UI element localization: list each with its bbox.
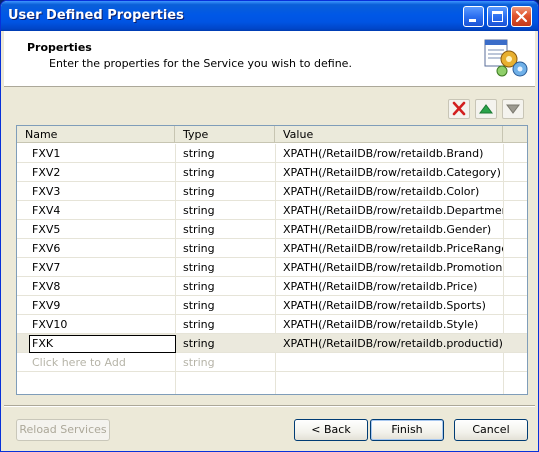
header-description: Enter the properties for the Service you… (49, 57, 352, 70)
arrow-up-icon (479, 104, 493, 114)
name-cell[interactable]: FXV1 (32, 144, 174, 163)
value-cell[interactable]: XPATH(/RetailDB/row/retaildb.Style) (283, 315, 503, 334)
delete-x-icon (452, 101, 466, 116)
close-button[interactable] (511, 6, 532, 27)
name-cell[interactable]: FXV7 (32, 258, 174, 277)
name-cell[interactable]: FXV6 (32, 239, 174, 258)
value-cell[interactable]: XPATH(/RetailDB/row/retaildb.Price) (283, 277, 503, 296)
maximize-button[interactable] (487, 6, 508, 27)
grid-rows: FXV1 string XPATH(/RetailDB/row/retaildb… (17, 144, 527, 372)
type-cell[interactable]: string (183, 239, 275, 258)
name-cell[interactable]: FXV5 (32, 220, 174, 239)
type-cell[interactable]: string (183, 258, 275, 277)
table-row[interactable]: FXV4 string XPATH(/RetailDB/row/retaildb… (17, 201, 527, 220)
value-cell[interactable]: XPATH(/RetailDB/row/retaildb.Department) (283, 201, 503, 220)
properties-grid[interactable]: Name Type Value FXV1 string XPATH(/Retai… (16, 125, 528, 395)
value-cell[interactable]: XPATH(/RetailDB/row/retaildb.Gender) (283, 220, 503, 239)
dialog-window: User Defined Properties Properties Enter… (0, 0, 539, 452)
grid-header: Name Type Value (17, 126, 527, 143)
name-edit-field[interactable]: FXK (29, 335, 176, 353)
properties-gears-icon (484, 39, 528, 77)
name-cell[interactable]: FXV2 (32, 163, 174, 182)
add-row[interactable]: Click here to Add string (17, 353, 527, 372)
table-row[interactable]: FXV9 string XPATH(/RetailDB/row/retaildb… (17, 296, 527, 315)
table-row[interactable]: FXV1 string XPATH(/RetailDB/row/retaildb… (17, 144, 527, 163)
window-title: User Defined Properties (8, 8, 184, 23)
type-cell[interactable]: string (183, 296, 275, 315)
arrow-down-icon (506, 104, 520, 114)
type-cell[interactable]: string (183, 220, 275, 239)
finish-button[interactable]: Finish (370, 419, 444, 441)
table-row[interactable]: FXV2 string XPATH(/RetailDB/row/retaildb… (17, 163, 527, 182)
table-row[interactable]: FXV6 string XPATH(/RetailDB/row/retaildb… (17, 239, 527, 258)
type-cell[interactable]: string (183, 277, 275, 296)
delete-row-button[interactable] (448, 99, 470, 119)
cancel-button[interactable]: Cancel (454, 419, 528, 441)
column-header-filler (503, 126, 527, 143)
add-row-placeholder[interactable]: Click here to Add (32, 353, 174, 372)
title-bar[interactable]: User Defined Properties (1, 1, 538, 31)
type-cell[interactable]: string (183, 144, 275, 163)
table-row[interactable]: FXV10 string XPATH(/RetailDB/row/retaild… (17, 315, 527, 334)
name-cell[interactable]: FXV4 (32, 201, 174, 220)
wizard-header: Properties Enter the properties for the … (4, 31, 535, 87)
back-button[interactable]: < Back (294, 419, 368, 441)
divider (4, 405, 535, 407)
value-cell[interactable]: XPATH(/RetailDB/row/retaildb.PriceRange) (283, 239, 503, 258)
name-cell[interactable]: FXV9 (32, 296, 174, 315)
type-cell[interactable]: string (183, 315, 275, 334)
name-cell[interactable]: FXV8 (32, 277, 174, 296)
type-cell[interactable]: string (183, 334, 275, 353)
close-icon (515, 10, 528, 23)
table-row[interactable]: FXV8 string XPATH(/RetailDB/row/retaildb… (17, 277, 527, 296)
move-down-button[interactable] (502, 99, 524, 119)
value-cell[interactable]: XPATH(/RetailDB/row/retaildb.Promotion) (283, 258, 503, 277)
type-cell[interactable]: string (183, 163, 275, 182)
minimize-icon (469, 19, 476, 22)
maximize-icon (492, 11, 503, 22)
reload-services-button[interactable]: Reload Services (16, 419, 110, 441)
value-cell[interactable]: XPATH(/RetailDB/row/retaildb.Color) (283, 182, 503, 201)
column-header-name[interactable]: Name (17, 126, 175, 143)
table-row[interactable]: FXV3 string XPATH(/RetailDB/row/retaildb… (17, 182, 527, 201)
value-cell[interactable]: XPATH(/RetailDB/row/retaildb.Sports) (283, 296, 503, 315)
value-cell[interactable]: XPATH(/RetailDB/row/retaildb.Category) (283, 163, 503, 182)
column-header-type[interactable]: Type (175, 126, 275, 143)
value-cell[interactable]: XPATH(/RetailDB/row/retaildb.Brand) (283, 144, 503, 163)
minimize-button[interactable] (463, 6, 484, 27)
header-title: Properties (27, 41, 92, 54)
type-cell[interactable]: string (183, 201, 275, 220)
column-header-value[interactable]: Value (275, 126, 503, 143)
type-cell[interactable]: string (183, 182, 275, 201)
type-cell[interactable]: string (183, 353, 275, 372)
table-row[interactable]: FXV7 string XPATH(/RetailDB/row/retaildb… (17, 258, 527, 277)
editing-row[interactable]: FXK string XPATH(/RetailDB/row/retaildb.… (17, 334, 527, 353)
name-cell[interactable]: FXV10 (32, 315, 174, 334)
value-cell[interactable]: XPATH(/RetailDB/row/retaildb.productid) (283, 334, 503, 353)
name-cell[interactable]: FXV3 (32, 182, 174, 201)
table-row[interactable]: FXV5 string XPATH(/RetailDB/row/retaildb… (17, 220, 527, 239)
move-up-button[interactable] (475, 99, 497, 119)
